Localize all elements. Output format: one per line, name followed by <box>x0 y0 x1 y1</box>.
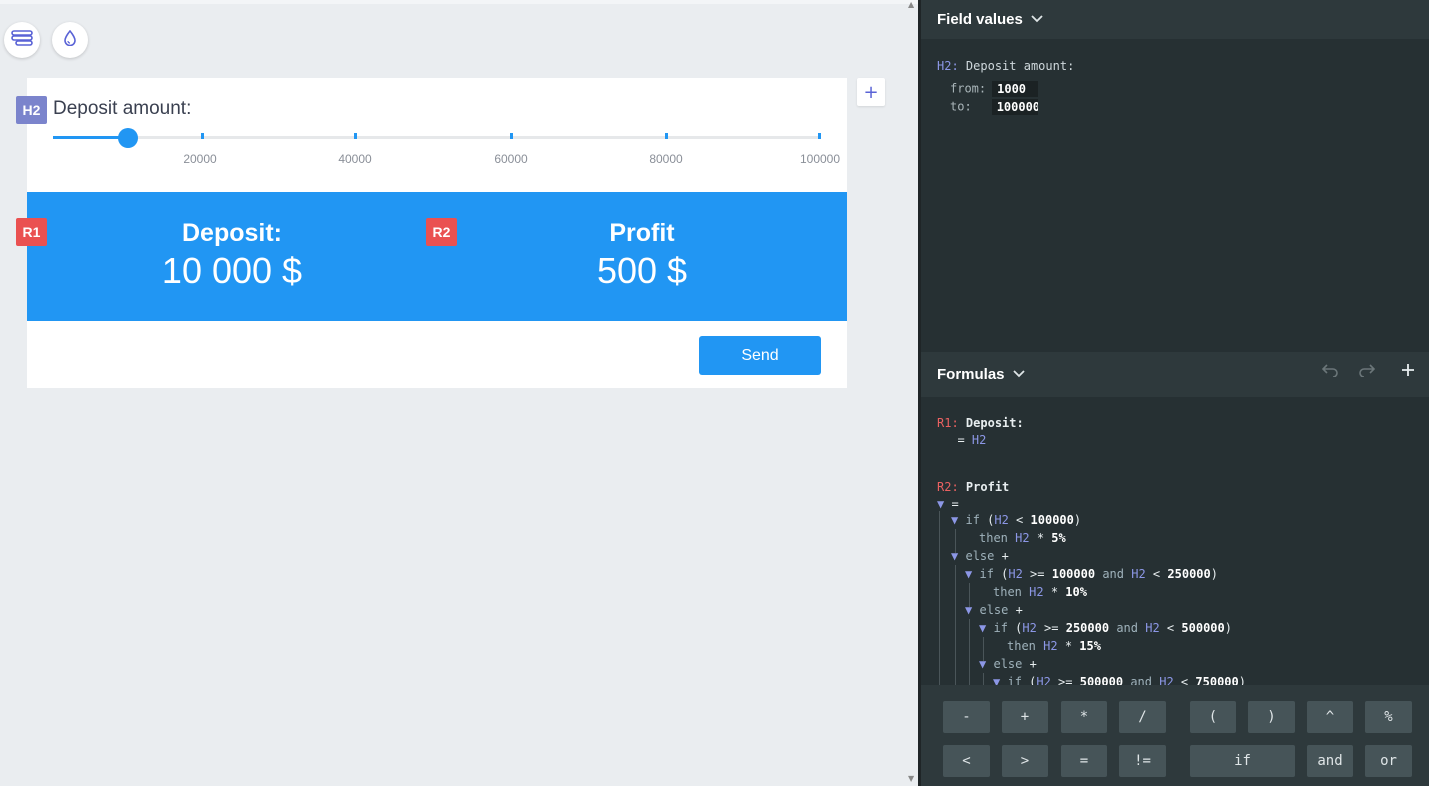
to-label: to: <box>950 99 972 114</box>
formula-r2-id: R2: <box>937 480 959 494</box>
formulas-header[interactable]: Formulas <box>921 352 1429 397</box>
key-not-equals[interactable]: != <box>1119 745 1166 777</box>
results-band <box>27 192 847 321</box>
formula-r1-expr: = H2 <box>943 431 986 449</box>
formula-line: ▼ if (H2 >= 100000 and H2 < 250000) <box>965 567 1218 581</box>
field-ref: H2: <box>937 59 959 73</box>
slider-thumb[interactable] <box>118 128 138 148</box>
to-row: to: 100000 <box>950 99 1038 115</box>
key-close-paren[interactable]: ) <box>1248 701 1295 733</box>
theme-button[interactable] <box>52 22 88 58</box>
add-formula-icon[interactable] <box>1401 362 1415 381</box>
tree-guide <box>955 565 956 685</box>
key-plus[interactable]: + <box>1002 701 1048 733</box>
key-and[interactable]: and <box>1307 745 1353 777</box>
formula-line: ▼ if (H2 < 100000) <box>951 513 1082 527</box>
slider-tick <box>665 133 668 139</box>
tick-label: 100000 <box>799 152 841 166</box>
add-block-button[interactable]: + <box>857 78 885 106</box>
formula-line: then H2 * 10% <box>993 585 1087 599</box>
chevron-down-icon[interactable] <box>1012 369 1025 381</box>
key-open-paren[interactable]: ( <box>1190 701 1236 733</box>
formula-r2-header: R2: Profit <box>937 478 1009 496</box>
layers-icon <box>11 30 33 50</box>
scroll-down-icon[interactable]: ▼ <box>908 774 914 783</box>
key-percent[interactable]: % <box>1365 701 1412 733</box>
key-minus[interactable]: - <box>943 701 990 733</box>
formula-r1-id: R1: <box>937 416 959 430</box>
formula-line: ▼ else + <box>951 549 1009 563</box>
slider-track[interactable] <box>53 136 821 139</box>
tick-label: 40000 <box>338 152 372 166</box>
slider-tick <box>510 133 513 139</box>
formula-r1-header: R1: Deposit: <box>937 414 1024 432</box>
layout-button[interactable] <box>4 22 40 58</box>
slider-fill <box>53 136 128 139</box>
result-value-deposit: 10 000 $ <box>161 250 303 291</box>
formula-r1-name: Deposit: <box>965 416 1024 430</box>
field-values-entry: H2: Deposit amount: <box>937 59 1074 73</box>
field-values-title: Field values <box>937 11 1023 28</box>
key-equals[interactable]: = <box>1061 745 1107 777</box>
result-title-profit: Profit <box>609 219 675 247</box>
to-input[interactable]: 100000 <box>991 99 1038 115</box>
operator-keypad: - + * / ( ) ^ % < > = != if and or <box>921 685 1429 786</box>
formula-line: ▼ if (H2 >= 250000 and H2 < 500000) <box>979 621 1232 635</box>
from-label: from: <box>950 81 987 96</box>
from-input[interactable]: 1000 <box>992 81 1039 97</box>
scroll-up-icon[interactable]: ▲ <box>908 0 914 9</box>
tree-guide <box>939 511 940 685</box>
formula-line: ▼ if (H2 >= 500000 and H2 < 750000) <box>993 675 1246 685</box>
formulas-title: Formulas <box>937 366 1005 383</box>
slider-tick <box>818 133 821 139</box>
field-values-header[interactable]: Field values <box>921 0 1429 39</box>
tree-guide <box>969 619 970 685</box>
canvas-scrollbar[interactable]: ▲ ▼ <box>906 0 918 786</box>
formula-line: ▼ else + <box>965 603 1023 617</box>
key-power[interactable]: ^ <box>1307 701 1353 733</box>
builder-canvas: H2 Deposit amount: 20000 40000 60000 800… <box>0 0 918 786</box>
editor-panel: Field values H2: Deposit amount: from: 10… <box>921 0 1429 786</box>
key-greater[interactable]: > <box>1002 745 1048 777</box>
undo-icon[interactable] <box>1321 362 1338 381</box>
formulas-editor[interactable]: R1: Deposit: = H2 R2: Profit ▼ = ▼ if (H… <box>921 397 1429 685</box>
tree-guide <box>983 673 984 685</box>
result-title-deposit: Deposit: <box>182 219 282 247</box>
formula-r1-eq: = <box>957 433 965 447</box>
key-if[interactable]: if <box>1190 745 1295 777</box>
key-divide[interactable]: / <box>1119 701 1166 733</box>
result-badge-r2[interactable]: R2 <box>426 218 457 246</box>
key-multiply[interactable]: * <box>1061 701 1107 733</box>
tick-label: 20000 <box>183 152 217 166</box>
key-or[interactable]: or <box>1365 745 1412 777</box>
formula-r1-ref: H2 <box>971 433 987 447</box>
from-row: from: 1000 <box>950 81 1039 97</box>
drop-icon <box>64 29 76 50</box>
slider-tick <box>201 133 204 139</box>
field-badge[interactable]: H2 <box>16 96 47 124</box>
redo-icon[interactable] <box>1359 362 1376 381</box>
send-button[interactable]: Send <box>699 336 821 375</box>
field-label: Deposit amount: <box>53 98 192 119</box>
top-strip <box>0 0 918 4</box>
chevron-down-icon[interactable] <box>1031 14 1043 26</box>
field-name: Deposit amount: <box>965 59 1075 73</box>
formula-line: then H2 * 5% <box>979 531 1066 545</box>
formula-line: then H2 * 15% <box>1007 639 1101 653</box>
tick-label: 60000 <box>494 152 528 166</box>
tick-label: 80000 <box>649 152 683 166</box>
formula-r2-name: Profit <box>965 480 1010 494</box>
slider-tick <box>354 133 357 139</box>
formula-line: ▼ else + <box>979 657 1037 671</box>
key-less[interactable]: < <box>943 745 990 777</box>
result-badge-r1[interactable]: R1 <box>16 218 47 246</box>
result-value-profit: 500 $ <box>596 250 688 291</box>
